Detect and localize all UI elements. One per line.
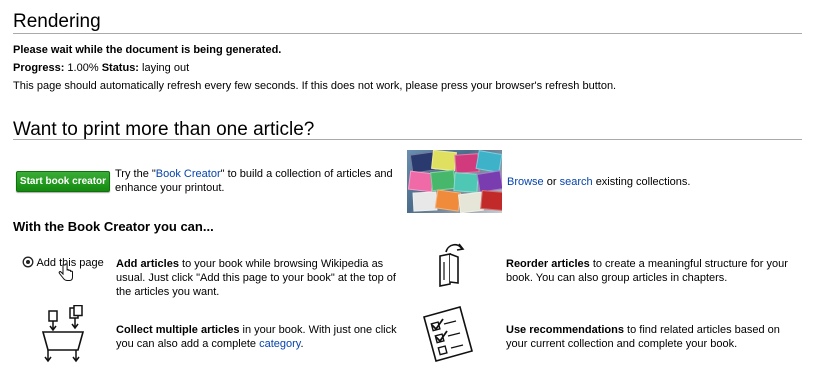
book-collection-photo — [407, 150, 502, 213]
recommendations-description: Use recommendations to find related arti… — [506, 324, 780, 350]
heading-divider — [13, 139, 802, 140]
book-creator-promo: Try the "Book Creator" to build a collec… — [115, 168, 393, 194]
status-label: Status: — [101, 62, 139, 74]
progress-value: 1.00% — [67, 62, 99, 74]
book-creator-link[interactable]: Book Creator — [156, 168, 221, 180]
progress-line: Progress: 1.00% Status: laying out — [13, 61, 189, 75]
status-value: laying out — [142, 62, 190, 74]
wait-message: Please wait while the document is being … — [13, 44, 282, 56]
refresh-note: This page should automatically refresh e… — [13, 80, 617, 92]
rendering-heading: Rendering — [13, 11, 101, 32]
category-link[interactable]: category — [259, 338, 300, 350]
heading-divider — [13, 33, 802, 34]
hand-cursor-icon — [58, 263, 73, 281]
collect-articles-icon — [41, 305, 85, 363]
start-book-creator-button[interactable]: Start book creator — [16, 171, 110, 192]
features-heading: With the Book Creator you can... — [13, 219, 214, 234]
print-more-heading: Want to print more than one article? — [13, 119, 315, 140]
search-link[interactable]: search — [560, 176, 593, 188]
reorder-pages-icon — [439, 243, 465, 287]
browse-collections: Browse or search existing collections. — [507, 176, 691, 188]
progress-label: Progress: — [13, 62, 65, 74]
add-page-icon — [22, 256, 34, 268]
reorder-articles-description: Reorder articles to create a meaningful … — [506, 258, 788, 284]
collect-articles-description: Collect multiple articles in your book. … — [116, 324, 397, 350]
add-articles-description: Add articles to your book while browsing… — [116, 258, 396, 298]
browse-link[interactable]: Browse — [507, 176, 544, 188]
checklist-icon — [423, 306, 473, 362]
